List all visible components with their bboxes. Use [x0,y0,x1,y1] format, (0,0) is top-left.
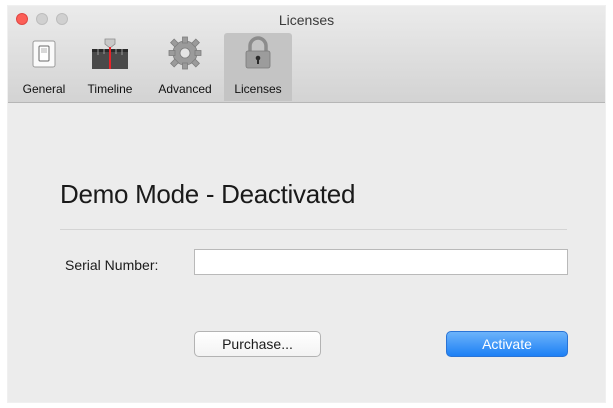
tab-general-label: General [22,82,66,96]
license-status-heading: Demo Mode - Deactivated [60,179,356,209]
divider [60,229,567,230]
preferences-toolbar: General Timeline Advanced Licenses [14,33,292,101]
preferences-window: Licenses General Timeline Advanced Licen… [8,6,605,402]
tab-advanced[interactable]: Advanced [146,33,224,101]
title-bar: Licenses General Timeline Advanced Licen… [8,6,605,103]
tab-timeline[interactable]: Timeline [74,33,146,101]
tab-licenses-label: Licenses [234,82,282,96]
licenses-panel: Demo Mode - Deactivated Serial Number: P… [8,103,605,402]
gear-icon [168,36,202,70]
tab-timeline-label: Timeline [87,82,133,96]
serial-number-label: Serial Number: [65,257,159,273]
serial-number-field[interactable] [194,249,568,275]
switch-icon [32,40,56,68]
tab-licenses[interactable]: Licenses [224,33,292,101]
timeline-icon [92,38,128,69]
lock-icon [245,36,271,69]
window-title: Licenses [278,12,335,28]
purchase-button[interactable]: Purchase... [194,331,321,357]
tab-advanced-label: Advanced [158,82,212,96]
tab-general[interactable]: General [14,33,74,101]
activate-button[interactable]: Activate [446,331,568,357]
